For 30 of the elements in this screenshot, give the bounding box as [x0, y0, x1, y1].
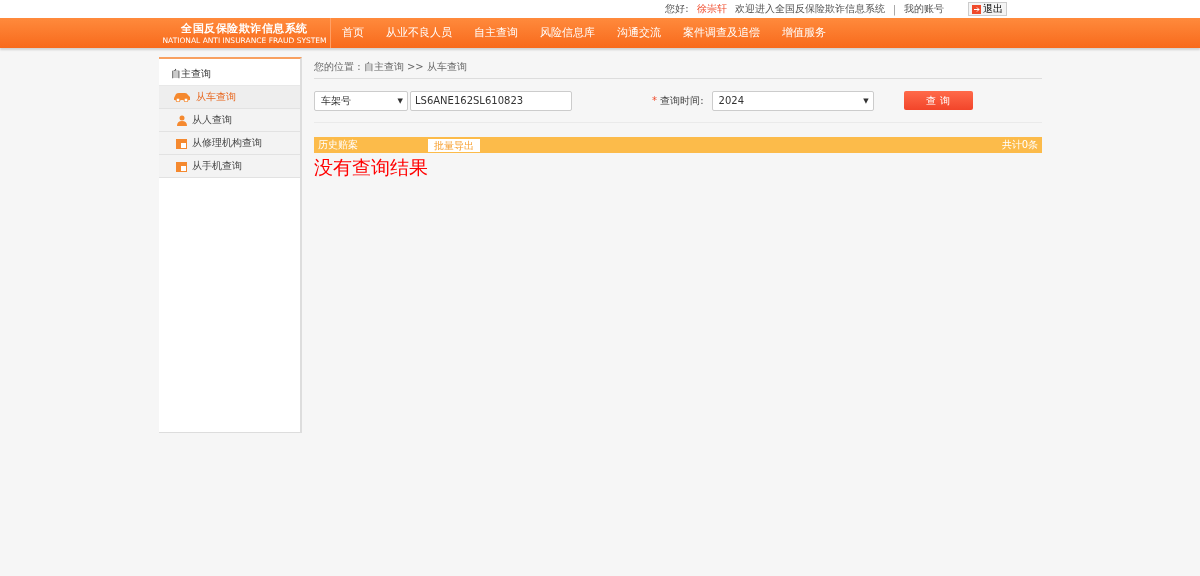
- person-icon: [177, 114, 187, 126]
- greeting-text: 您好:: [665, 2, 689, 16]
- nav-item[interactable]: 风险信息库: [529, 18, 606, 48]
- nav-item[interactable]: 从业不良人员: [375, 18, 463, 48]
- logout-icon: [972, 4, 981, 14]
- logout-button[interactable]: 退出: [968, 2, 1007, 16]
- nav-item[interactable]: 自主查询: [463, 18, 529, 48]
- export-button[interactable]: 批量导出: [428, 138, 480, 152]
- nav-item[interactable]: 案件调查及追偿: [672, 18, 771, 48]
- nav-item[interactable]: 增值服务: [771, 18, 837, 48]
- time-label: * 查询时间:: [652, 93, 704, 108]
- query-button[interactable]: 查 询: [903, 91, 973, 110]
- vin-input[interactable]: LS6ANE162SL610823: [410, 90, 572, 111]
- sidebar-item[interactable]: 从车查询: [159, 86, 300, 109]
- results-title: 历史赔案: [318, 138, 358, 152]
- username-link[interactable]: 徐崇轩: [696, 2, 727, 16]
- nav-item[interactable]: 沟通交流: [606, 18, 672, 48]
- sidebar-item[interactable]: 从人查询: [159, 109, 300, 132]
- breadcrumb: 您的位置 : 自主查询 >> 从车查询: [314, 57, 1042, 79]
- calendar-icon: [176, 160, 187, 172]
- sidebar-item[interactable]: 从手机查询: [159, 155, 300, 178]
- nav-item[interactable]: 首页: [331, 18, 375, 48]
- welcome-text: 欢迎进入全国反保险欺诈信息系统: [734, 2, 885, 16]
- empty-message: 没有查询结果: [314, 155, 429, 180]
- result-count: 共计0条: [1001, 138, 1038, 152]
- calendar-icon: [176, 137, 187, 149]
- sidebar-item[interactable]: 从修理机构查询: [159, 132, 300, 155]
- car-icon: [173, 92, 191, 102]
- separator: |: [892, 3, 896, 15]
- account-link[interactable]: 我的账号: [904, 2, 944, 16]
